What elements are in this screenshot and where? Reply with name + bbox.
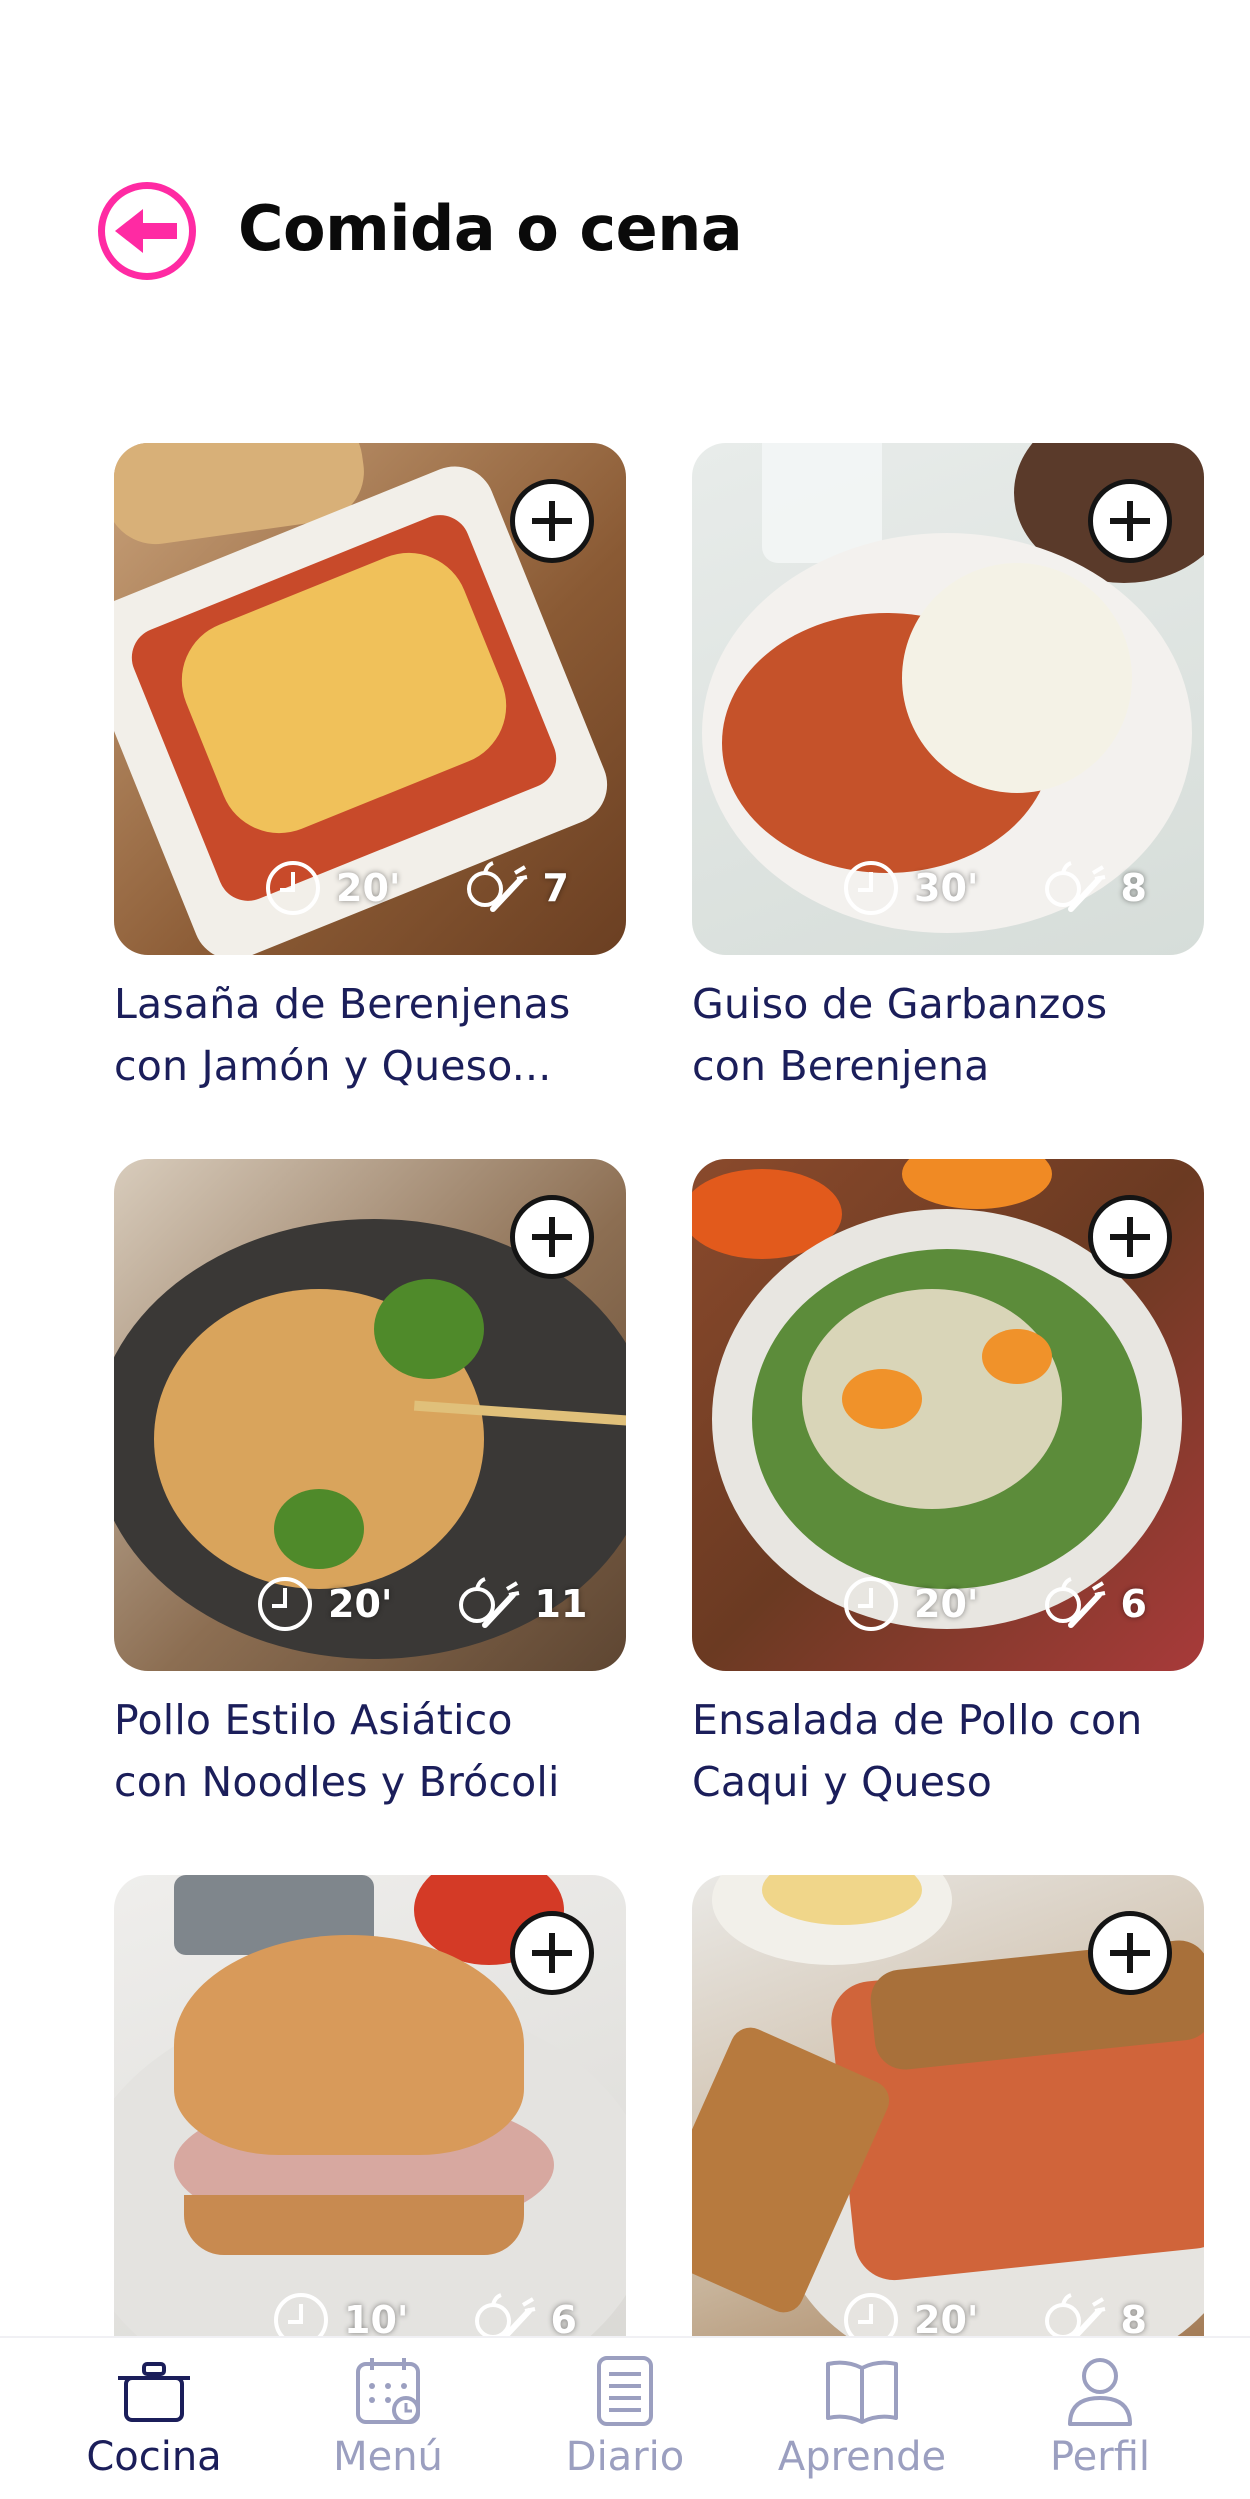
- clock-icon: [842, 859, 900, 917]
- recipe-meta: 20' 7: [264, 859, 569, 917]
- ingredients-count: 6: [1120, 1582, 1147, 1626]
- nav-item-perfil[interactable]: Perfil: [990, 2356, 1210, 2480]
- add-button[interactable]: [1088, 1911, 1172, 1995]
- rice-shape: [902, 563, 1132, 793]
- vegetables-icon: [465, 859, 529, 917]
- clock-icon: [264, 859, 322, 917]
- bottom-nav: Cocina Menú Diario Aprende Perfil: [0, 2336, 1250, 2499]
- add-button[interactable]: [1088, 479, 1172, 563]
- persimmon-piece-shape: [982, 1329, 1052, 1384]
- recipe-card[interactable]: 20' 8: [692, 1875, 1204, 2387]
- calendar-icon: [356, 2358, 420, 2424]
- plus-icon: [1110, 1217, 1150, 1257]
- time-value: 20': [914, 1582, 979, 1626]
- plus-icon: [532, 1933, 572, 1973]
- recipe-title[interactable]: Guiso de Garbanzos con Berenjena: [692, 973, 1204, 1097]
- ingredients-count: 11: [534, 1582, 588, 1626]
- recipe-card[interactable]: 20' 11 Pollo Estilo Asiático con Noodles…: [114, 1159, 626, 1813]
- pot-icon: [118, 2362, 190, 2422]
- ingredients-count: 8: [1120, 866, 1147, 910]
- recipe-title-line: Caqui y Queso: [692, 1758, 993, 1806]
- arrow-left-icon: [115, 209, 177, 253]
- bread-bottom-shape: [184, 2195, 524, 2255]
- vegetables-icon: [457, 1575, 521, 1633]
- recipe-title-line: con Berenjena: [692, 1042, 990, 1090]
- recipe-title[interactable]: Lasaña de Berenjenas con Jamón y Queso..…: [114, 973, 626, 1097]
- header: Comida o cena: [0, 180, 1250, 300]
- notebook-icon: [597, 2356, 653, 2426]
- recipe-meta: 20' 11: [256, 1575, 587, 1633]
- clock-icon: [256, 1575, 314, 1633]
- recipe-image[interactable]: 20' 7: [114, 443, 626, 955]
- add-button[interactable]: [510, 1911, 594, 1995]
- back-button[interactable]: [98, 182, 196, 280]
- nav-item-cocina[interactable]: Cocina: [44, 2356, 264, 2480]
- time-value: 20': [328, 1582, 393, 1626]
- recipe-title[interactable]: Ensalada de Pollo con Caqui y Queso: [692, 1689, 1204, 1813]
- time-value: 30': [914, 866, 979, 910]
- recipe-meta: 20' 6: [842, 1575, 1147, 1633]
- add-button[interactable]: [1088, 1195, 1172, 1279]
- bread-bun-shape: [174, 1935, 524, 2155]
- nav-label: Aprende: [777, 2434, 947, 2480]
- recipe-title-line: con Jamón y Queso...: [114, 1042, 552, 1090]
- recipe-image[interactable]: 30' 8: [692, 443, 1204, 955]
- recipe-title-line: Pollo Estilo Asiático: [114, 1696, 513, 1744]
- recipe-image[interactable]: 20' 8: [692, 1875, 1204, 2387]
- recipe-title-line: Ensalada de Pollo con: [692, 1696, 1143, 1744]
- vegetables-icon: [1043, 1575, 1107, 1633]
- persimmon-shape: [902, 1159, 1052, 1209]
- recipe-image[interactable]: 20' 11: [114, 1159, 626, 1671]
- user-icon: [1068, 2358, 1132, 2426]
- recipe-title[interactable]: Pollo Estilo Asiático con Noodles y Bróc…: [114, 1689, 626, 1813]
- screen: Comida o cena 20' 7 Lasaña de Berenjenas…: [0, 0, 1250, 2499]
- recipe-card[interactable]: 20' 6 Ensalada de Pollo con Caqui y Ques…: [692, 1159, 1204, 1813]
- book-icon: [826, 2360, 898, 2424]
- nav-label: Cocina: [86, 2434, 222, 2480]
- nav-item-aprende[interactable]: Aprende: [752, 2356, 972, 2480]
- broccoli-shape: [374, 1279, 484, 1379]
- add-button[interactable]: [510, 479, 594, 563]
- recipe-title-line: con Noodles y Brócoli: [114, 1758, 560, 1806]
- vegetables-icon: [1043, 859, 1107, 917]
- nav-label: Perfil: [1049, 2434, 1151, 2480]
- nav-label: Diario: [565, 2434, 685, 2480]
- time-value: 20': [336, 866, 401, 910]
- clock-icon: [842, 1575, 900, 1633]
- recipe-card[interactable]: 20' 7 Lasaña de Berenjenas con Jamón y Q…: [114, 443, 626, 1097]
- add-button[interactable]: [510, 1195, 594, 1279]
- recipe-title-line: Lasaña de Berenjenas: [114, 980, 571, 1028]
- recipe-image[interactable]: 10' 6: [114, 1875, 626, 2387]
- nav-label: Menú: [333, 2434, 443, 2480]
- page-title: Comida o cena: [238, 192, 743, 265]
- recipe-meta: 30' 8: [842, 859, 1147, 917]
- chicken-shape: [802, 1289, 1062, 1509]
- nav-item-diario[interactable]: Diario: [515, 2356, 735, 2480]
- recipe-card[interactable]: 30' 8 Guiso de Garbanzos con Berenjena: [692, 443, 1204, 1097]
- recipe-card[interactable]: 10' 6: [114, 1875, 626, 2387]
- recipe-title-line: Guiso de Garbanzos: [692, 980, 1108, 1028]
- recipe-image[interactable]: 20' 6: [692, 1159, 1204, 1671]
- persimmon-piece-shape: [842, 1369, 922, 1429]
- plus-icon: [1110, 501, 1150, 541]
- plus-icon: [532, 501, 572, 541]
- nav-item-menu[interactable]: Menú: [278, 2356, 498, 2480]
- plus-icon: [1110, 1933, 1150, 1973]
- plus-icon: [532, 1217, 572, 1257]
- ingredients-count: 7: [542, 866, 569, 910]
- broccoli-shape: [274, 1489, 364, 1569]
